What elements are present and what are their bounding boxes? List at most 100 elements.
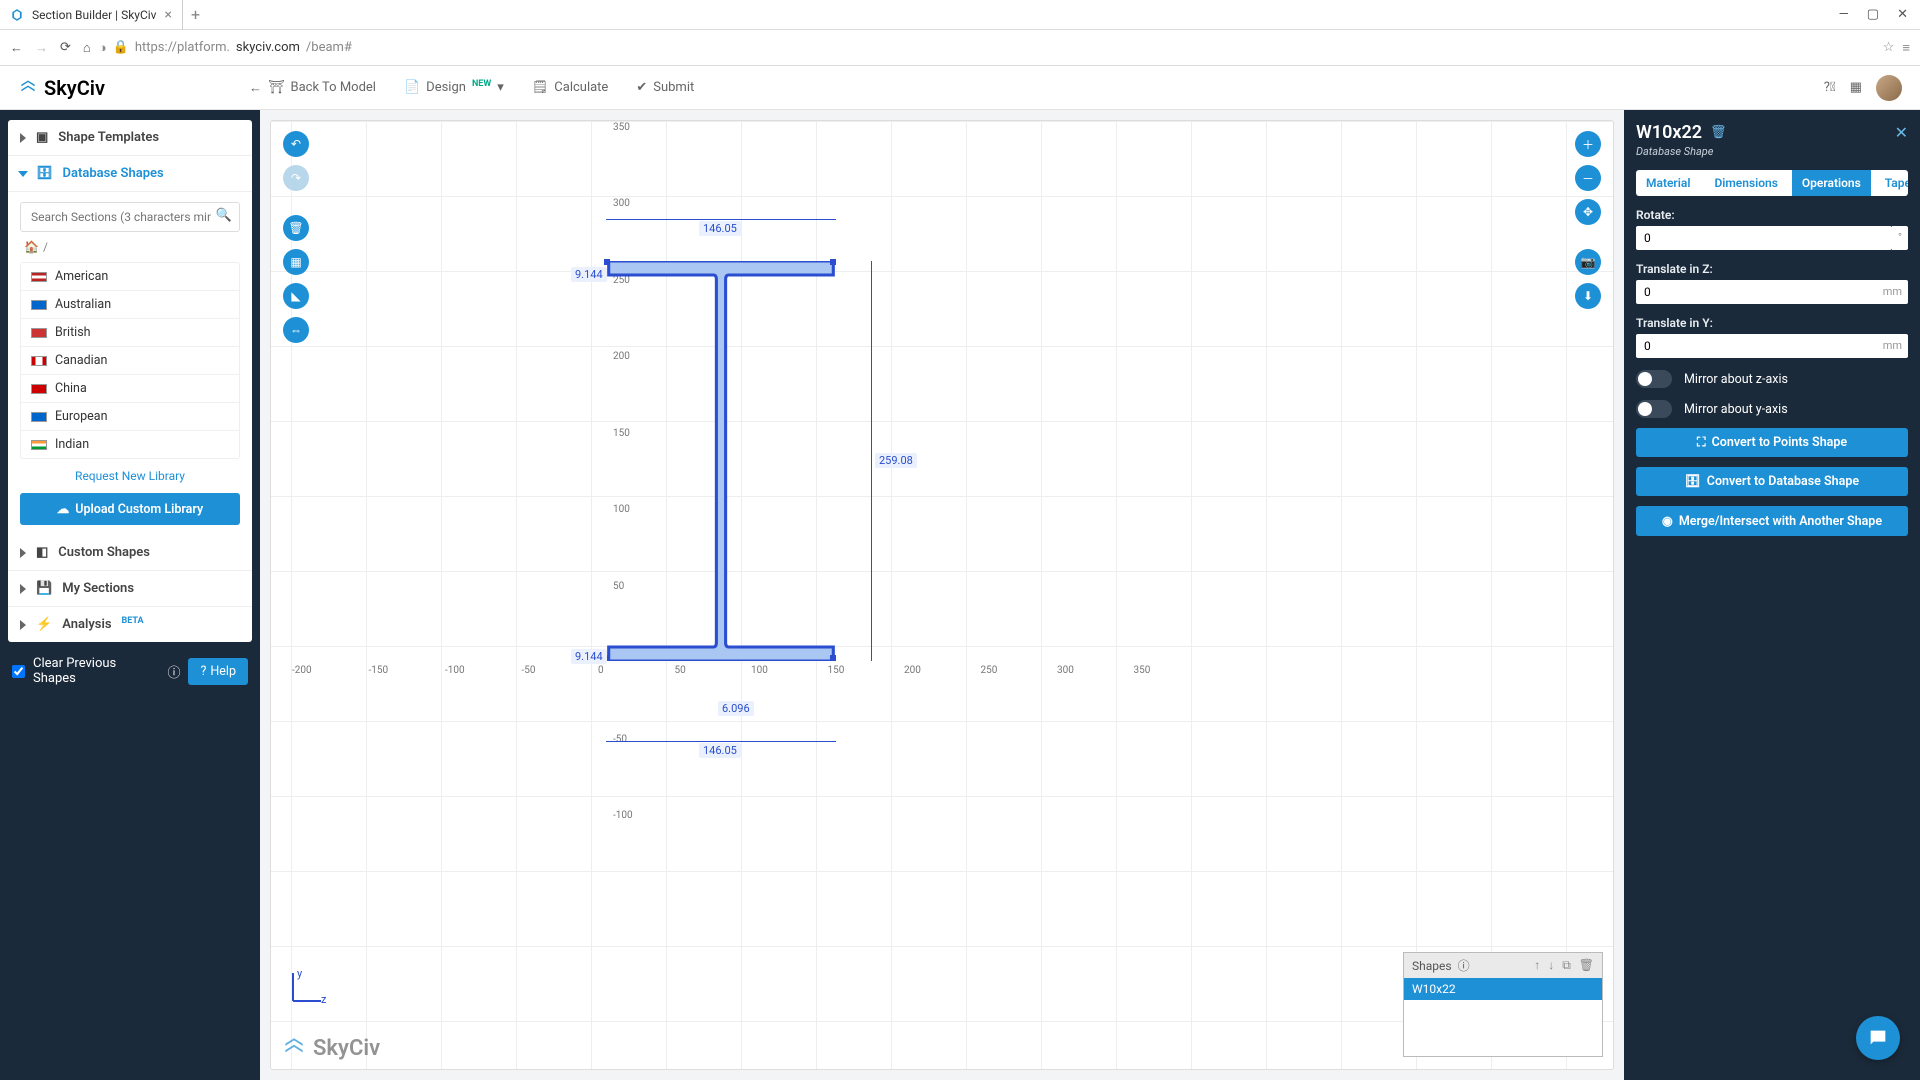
undo-button[interactable]: ↶ [283, 131, 309, 157]
nav-forward-icon[interactable]: → [35, 40, 48, 56]
check-icon: ✔ [636, 80, 647, 95]
translate-z-input[interactable] [1636, 280, 1877, 304]
brand-logo[interactable]: SkyCiv [18, 76, 105, 100]
merge-icon: ◉ [1662, 513, 1673, 529]
delete-icon[interactable]: 🗑 [1579, 958, 1594, 973]
tab-material[interactable]: Material [1636, 170, 1700, 196]
nav-back-icon[interactable]: ← [10, 40, 23, 56]
chat-button[interactable] [1856, 1016, 1900, 1060]
info-icon[interactable]: ⓘ [1458, 957, 1470, 974]
trash-button[interactable]: 🗑 [283, 215, 309, 241]
x-tick: 350 [1134, 665, 1151, 676]
panel-subtitle: Database Shape [1636, 145, 1908, 158]
section-my-sections[interactable]: 💾 My Sections [8, 571, 252, 607]
move-up-icon[interactable]: ↑ [1534, 958, 1540, 973]
rotate-input[interactable] [1636, 226, 1892, 250]
shapes-list-item[interactable]: W10x22 [1404, 978, 1602, 1000]
bookmark-icon[interactable]: ☆ [1883, 40, 1895, 55]
url-host: skyciv.com [236, 40, 300, 55]
menu-submit[interactable]: ✔ Submit [636, 80, 694, 96]
dim-width-top: 146.05 [699, 221, 741, 236]
menu-calculate[interactable]: 🗒 Calculate [532, 80, 609, 96]
menu-icon[interactable]: ≡ [1902, 40, 1910, 56]
browser-tab[interactable]: Section Builder | SkyCiv × [0, 0, 183, 30]
node-handle[interactable] [604, 259, 610, 265]
close-panel-icon[interactable]: ✕ [1895, 123, 1908, 142]
library-item-australian[interactable]: Australian [21, 291, 239, 319]
address-bar[interactable]: ◑ 🔒 https://platform.skyciv.com/beam# [99, 40, 1875, 56]
apps-grid-icon[interactable]: ▦ [1850, 80, 1862, 95]
tab-operations[interactable]: Operations [1792, 170, 1871, 196]
tab-dimensions[interactable]: Dimensions [1704, 170, 1787, 196]
library-item-china[interactable]: China [21, 375, 239, 403]
tab-taper[interactable]: Taper [1875, 170, 1908, 196]
fit-button[interactable]: ✥ [1575, 199, 1601, 225]
library-item-indian[interactable]: Indian [21, 431, 239, 458]
node-handle[interactable] [830, 259, 836, 265]
mirror-z-toggle[interactable] [1636, 370, 1672, 388]
dim-width-bottom: 146.05 [699, 743, 741, 758]
section-custom-shapes[interactable]: ◧ Custom Shapes [8, 535, 252, 571]
drawing-canvas[interactable]: ↶ ↷ 🗑 ▦ ◣ ⇔ ＋ － ✥ 📷 ⬇ -200-150-100-50050… [270, 120, 1614, 1070]
redo-button[interactable]: ↷ [283, 165, 309, 191]
tab-close-icon[interactable]: × [165, 7, 172, 23]
library-item-american[interactable]: American [21, 263, 239, 291]
merge-button[interactable]: ◉ Merge/Intersect with Another Shape [1636, 506, 1908, 536]
window-close-icon[interactable]: ✕ [1897, 7, 1908, 22]
canvas-area: ↶ ↷ 🗑 ▦ ◣ ⇔ ＋ － ✥ 📷 ⬇ -200-150-100-50050… [260, 110, 1624, 1080]
section-shape[interactable] [606, 261, 836, 661]
convert-points-button[interactable]: ⛶ Convert to Points Shape [1636, 428, 1908, 457]
dimensions-button[interactable]: ⇔ [283, 317, 309, 343]
section-analysis[interactable]: ⚡ Analysis BETA [8, 607, 252, 642]
new-badge: NEW [472, 79, 491, 89]
help-button[interactable]: ? Help [188, 658, 248, 685]
grid-button[interactable]: ▦ [283, 249, 309, 275]
node-handle[interactable] [830, 655, 836, 661]
x-tick: -150 [369, 665, 389, 676]
translate-y-input[interactable] [1636, 334, 1877, 358]
request-library-link[interactable]: Request New Library [20, 459, 240, 493]
url-rest: /beam# [306, 40, 352, 55]
user-avatar[interactable] [1876, 75, 1902, 101]
flag-icon [31, 412, 47, 422]
delete-shape-icon[interactable]: 🗑 [1710, 125, 1727, 140]
flag-icon [31, 328, 47, 338]
menu-back-to-model[interactable]: ←⛩ Back To Model [249, 80, 376, 96]
shapes-icon: ◧ [36, 545, 48, 560]
library-item-canadian[interactable]: Canadian [21, 347, 239, 375]
breadcrumb[interactable]: 🏠 / [20, 232, 240, 262]
shapes-panel-title: Shapes [1412, 959, 1452, 973]
nav-reload-icon[interactable]: ⟳ [60, 40, 71, 56]
translate-y-label: Translate in Y: [1636, 316, 1908, 330]
new-tab-button[interactable]: + [183, 5, 208, 24]
properties-panel: W10x22 🗑 ✕ Database Shape Material Dimen… [1624, 110, 1920, 1080]
caret-right-icon [20, 584, 26, 594]
info-icon[interactable]: ⓘ [167, 662, 180, 681]
library-item-british[interactable]: British [21, 319, 239, 347]
move-down-icon[interactable]: ↓ [1548, 958, 1554, 973]
mirror-y-toggle[interactable] [1636, 400, 1672, 418]
section-shape-templates[interactable]: ▣ Shape Templates [8, 120, 252, 156]
library-item-european[interactable]: European [21, 403, 239, 431]
camera-button[interactable]: 📷 [1575, 249, 1601, 275]
zoom-in-button[interactable]: ＋ [1575, 131, 1601, 157]
database-icon: 🗄 [36, 166, 53, 181]
brand-text: SkyCiv [44, 76, 105, 100]
unit-label: mm [1877, 280, 1908, 304]
nav-home-icon[interactable]: ⌂ [83, 40, 91, 56]
copy-icon[interactable]: ⧉ [1562, 958, 1571, 973]
clear-shapes-checkbox[interactable] [12, 665, 25, 678]
upload-library-button[interactable]: ☁ Upload Custom Library [20, 493, 240, 525]
search-icon[interactable]: 🔍 [216, 208, 232, 223]
section-database-shapes[interactable]: 🗄 Database Shapes [8, 156, 252, 192]
corner-button[interactable]: ◣ [283, 283, 309, 309]
search-input[interactable] [20, 202, 240, 232]
window-minimize-icon[interactable]: — [1839, 7, 1849, 22]
download-button[interactable]: ⬇ [1575, 283, 1601, 309]
zoom-out-button[interactable]: － [1575, 165, 1601, 191]
window-maximize-icon[interactable]: ▢ [1867, 7, 1879, 22]
convert-db-button[interactable]: 🗄 Convert to Database Shape [1636, 467, 1908, 496]
brand-logo-icon [18, 78, 38, 98]
help-icon[interactable]: ?⃝ [1824, 80, 1836, 95]
menu-design[interactable]: 📄 Design NEW ▾ [404, 80, 504, 96]
